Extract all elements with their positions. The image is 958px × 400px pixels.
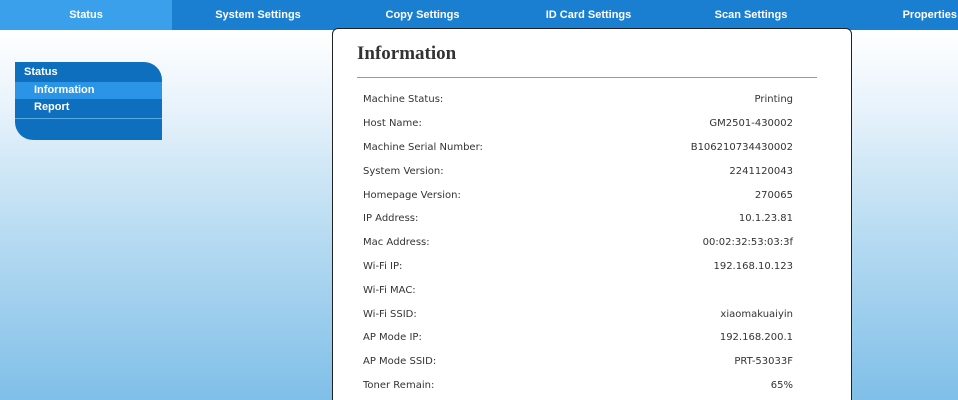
information-panel: Information Machine Status: Printing Hos… — [332, 28, 852, 400]
info-value: 270065 — [754, 190, 793, 201]
info-value: 00:02:32:53:03:3f — [702, 237, 793, 248]
tab-copy-settings[interactable]: Copy Settings — [344, 0, 501, 30]
info-row-ap-mode-ssid: AP Mode SSID: PRT-53033F — [363, 354, 793, 370]
sidebar-item-report[interactable]: Report — [15, 99, 162, 116]
info-label: Wi-Fi MAC: — [363, 285, 416, 296]
info-value: 2241120043 — [729, 166, 793, 177]
info-label: Homepage Version: — [363, 190, 461, 201]
info-row-homepage-version: Homepage Version: 270065 — [363, 188, 793, 204]
info-row-wifi-mac: Wi-Fi MAC: — [363, 283, 793, 299]
tab-properties[interactable]: Properties — [826, 0, 958, 30]
info-label: Mac Address: — [363, 237, 430, 248]
info-row-system-version: System Version: 2241120043 — [363, 164, 793, 180]
info-value: Printing — [754, 94, 793, 105]
top-navigation-bar: Status System Settings Copy Settings ID … — [0, 0, 958, 30]
info-value: xiaomakuaiyin — [720, 309, 793, 320]
page-title: Information — [357, 43, 457, 64]
info-label: Toner Remain: — [363, 380, 435, 391]
info-row-wifi-ip: Wi-Fi IP: 192.168.10.123 — [363, 259, 793, 275]
title-divider — [357, 77, 817, 78]
sidebar-menu: Status Information Report — [15, 62, 162, 140]
info-value: 65% — [770, 380, 793, 391]
info-label: AP Mode SSID: — [363, 356, 437, 367]
info-label: System Version: — [363, 166, 444, 177]
sidebar-item-information[interactable]: Information — [15, 82, 162, 99]
info-label: Host Name: — [363, 118, 422, 129]
info-row-host-name: Host Name: GM2501-430002 — [363, 116, 793, 132]
info-label: IP Address: — [363, 213, 419, 224]
info-row-mac-address: Mac Address: 00:02:32:53:03:3f — [363, 235, 793, 251]
tab-properties-label: Properties — [902, 9, 957, 21]
info-value: GM2501-430002 — [709, 118, 793, 129]
info-label: Wi-Fi SSID: — [363, 309, 417, 320]
info-value: B106210734430002 — [690, 142, 793, 153]
info-row-toner-remain: Toner Remain: 65% — [363, 378, 793, 394]
info-value: PRT-53033F — [734, 356, 793, 367]
tab-system-settings[interactable]: System Settings — [172, 0, 344, 30]
sidebar-title: Status — [24, 66, 58, 78]
info-label: Machine Serial Number: — [363, 142, 483, 153]
info-label: Wi-Fi IP: — [363, 261, 403, 272]
info-row-ip-address: IP Address: 10.1.23.81 — [363, 211, 793, 227]
info-row-ap-mode-ip: AP Mode IP: 192.168.200.1 — [363, 330, 793, 346]
sidebar-divider — [15, 118, 162, 119]
tab-scan-settings[interactable]: Scan Settings — [676, 0, 826, 30]
tab-id-card-settings[interactable]: ID Card Settings — [501, 0, 676, 30]
info-label: AP Mode IP: — [363, 332, 422, 343]
info-row-serial-number: Machine Serial Number: B106210734430002 — [363, 140, 793, 156]
info-label: Machine Status: — [363, 94, 444, 105]
info-value: 192.168.200.1 — [719, 332, 793, 343]
tab-status[interactable]: Status — [0, 0, 172, 30]
info-value: 192.168.10.123 — [713, 261, 793, 272]
info-row-wifi-ssid: Wi-Fi SSID: xiaomakuaiyin — [363, 307, 793, 323]
info-value: 10.1.23.81 — [738, 213, 793, 224]
info-row-machine-status: Machine Status: Printing — [363, 92, 793, 108]
